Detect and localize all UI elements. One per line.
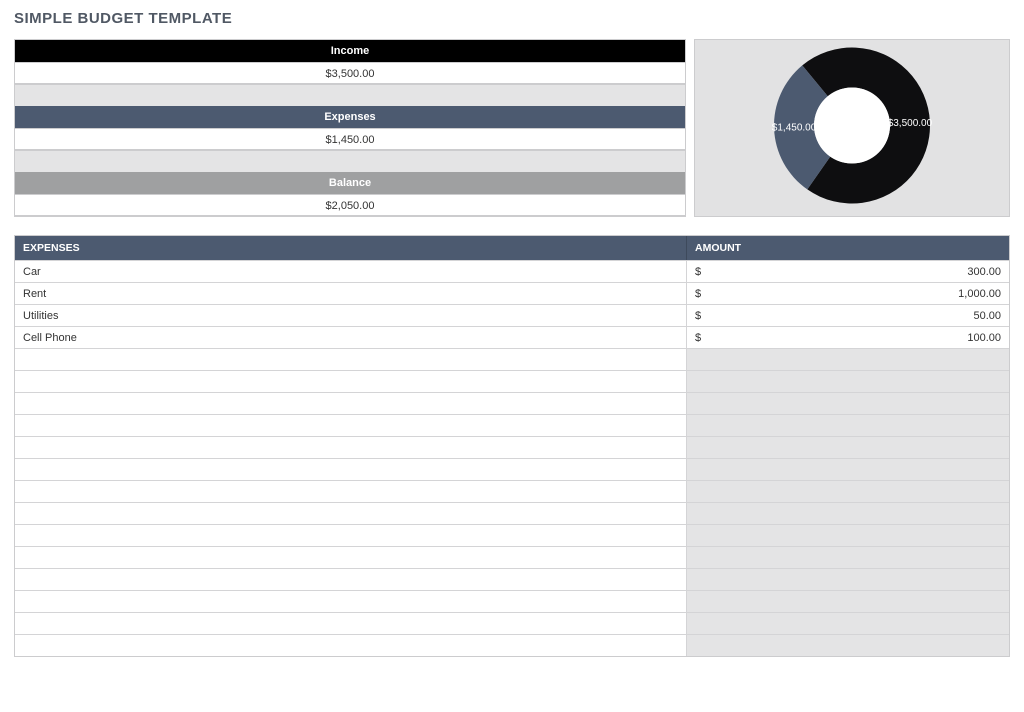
expense-amount-cell[interactable] (687, 569, 1009, 590)
expenses-table-header: EXPENSES AMOUNT (15, 236, 1009, 260)
expense-name-cell[interactable] (15, 547, 687, 568)
table-row[interactable] (15, 370, 1009, 392)
summary-income-header: Income (15, 40, 685, 62)
expense-name-cell[interactable] (15, 481, 687, 502)
expense-name-cell[interactable] (15, 437, 687, 458)
expense-amount-cell[interactable] (687, 371, 1009, 392)
expense-amount-cell[interactable] (687, 635, 1009, 656)
donut-chart: $3,500.00 $1,450.00 (694, 39, 1010, 217)
summary-balance-value: $2,050.00 (15, 194, 685, 216)
table-row[interactable] (15, 590, 1009, 612)
summary-balance-header: Balance (15, 172, 685, 194)
expense-name-cell[interactable] (15, 569, 687, 590)
table-row[interactable] (15, 414, 1009, 436)
summary-spacer (15, 150, 685, 172)
expense-amount-cell[interactable]: $50.00 (687, 305, 1009, 326)
table-row[interactable] (15, 546, 1009, 568)
table-row[interactable] (15, 436, 1009, 458)
table-row[interactable] (15, 502, 1009, 524)
expenses-table: EXPENSES AMOUNT Car$300.00Rent$1,000.00U… (14, 235, 1010, 657)
svg-text:$3,500.00: $3,500.00 (888, 118, 933, 129)
table-row[interactable] (15, 458, 1009, 480)
expense-amount-cell[interactable]: $1,000.00 (687, 283, 1009, 304)
expense-name-cell[interactable]: Rent (15, 283, 687, 304)
page-title: SIMPLE BUDGET TEMPLATE (14, 10, 1010, 27)
expense-amount-cell[interactable] (687, 547, 1009, 568)
expense-name-cell[interactable] (15, 503, 687, 524)
table-row[interactable] (15, 568, 1009, 590)
expense-name-cell[interactable] (15, 635, 687, 656)
expense-amount-cell[interactable] (687, 437, 1009, 458)
expense-amount-cell[interactable]: $300.00 (687, 261, 1009, 282)
table-row[interactable] (15, 480, 1009, 502)
expense-name-cell[interactable] (15, 591, 687, 612)
expense-name-cell[interactable]: Utilities (15, 305, 687, 326)
table-row[interactable] (15, 348, 1009, 370)
table-row[interactable]: Car$300.00 (15, 260, 1009, 282)
expense-amount-cell[interactable] (687, 613, 1009, 634)
expense-name-cell[interactable]: Car (15, 261, 687, 282)
table-row[interactable]: Rent$1,000.00 (15, 282, 1009, 304)
expense-name-cell[interactable] (15, 415, 687, 436)
table-row[interactable]: Utilities$50.00 (15, 304, 1009, 326)
table-row[interactable] (15, 392, 1009, 414)
expense-amount-cell[interactable]: $100.00 (687, 327, 1009, 348)
expense-name-cell[interactable] (15, 349, 687, 370)
expense-amount-cell[interactable] (687, 591, 1009, 612)
summary-expenses-header: Expenses (15, 106, 685, 128)
expense-name-cell[interactable] (15, 459, 687, 480)
expense-name-cell[interactable] (15, 371, 687, 392)
table-row[interactable]: Cell Phone$100.00 (15, 326, 1009, 348)
summary-income-value[interactable]: $3,500.00 (15, 62, 685, 84)
table-row[interactable] (15, 634, 1009, 656)
expense-amount-cell[interactable] (687, 459, 1009, 480)
table-row[interactable] (15, 524, 1009, 546)
summary-panel: Income $3,500.00 Expenses $1,450.00 Bala… (14, 39, 686, 217)
header-expenses: EXPENSES (15, 236, 687, 260)
expense-name-cell[interactable] (15, 525, 687, 546)
expense-amount-cell[interactable] (687, 481, 1009, 502)
expense-name-cell[interactable] (15, 613, 687, 634)
summary-expenses-value: $1,450.00 (15, 128, 685, 150)
expense-amount-cell[interactable] (687, 393, 1009, 414)
expense-amount-cell[interactable] (687, 503, 1009, 524)
expense-name-cell[interactable]: Cell Phone (15, 327, 687, 348)
header-amount: AMOUNT (687, 236, 1009, 260)
svg-text:$1,450.00: $1,450.00 (772, 122, 817, 133)
expense-amount-cell[interactable] (687, 349, 1009, 370)
expense-amount-cell[interactable] (687, 415, 1009, 436)
summary-spacer (15, 84, 685, 106)
expense-name-cell[interactable] (15, 393, 687, 414)
table-row[interactable] (15, 612, 1009, 634)
expense-amount-cell[interactable] (687, 525, 1009, 546)
